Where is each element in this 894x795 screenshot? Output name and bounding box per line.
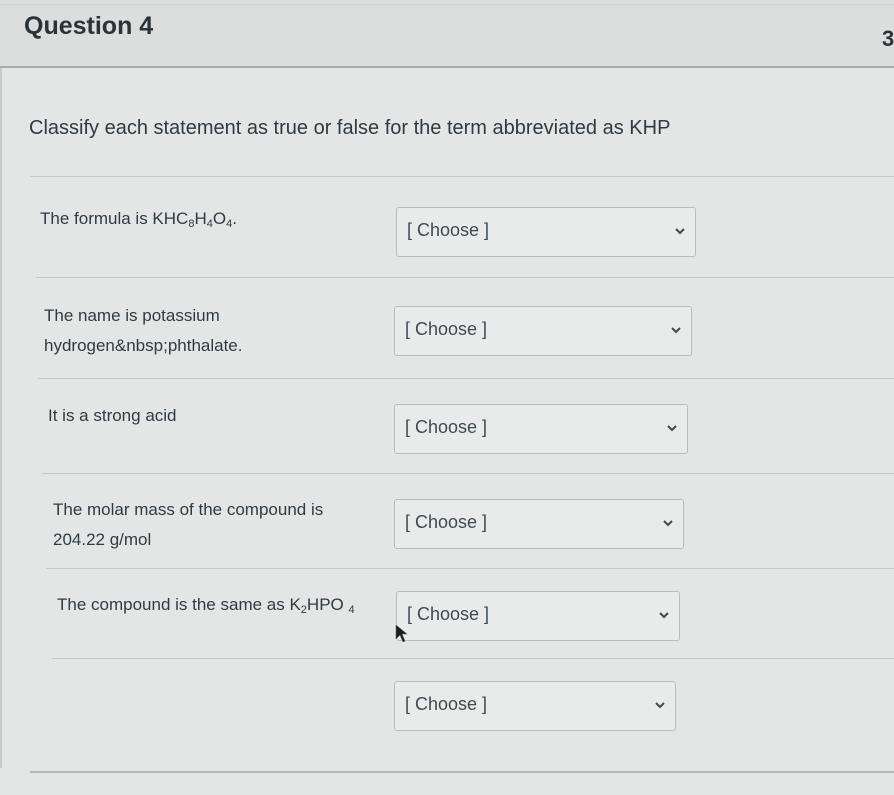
divider [42, 473, 894, 474]
select-value: [ Choose ] [405, 319, 488, 339]
chevron-down-icon [663, 520, 673, 527]
divider [38, 378, 894, 379]
answer-select-5[interactable]: [ Choose ] [396, 591, 680, 641]
statement-text: hydrogen&nbsp;phthalate. [44, 336, 243, 355]
chevron-down-icon [675, 228, 685, 235]
chevron-down-icon [671, 327, 681, 334]
mouse-cursor-icon [395, 624, 408, 643]
question-points: 3 [882, 26, 894, 51]
answer-select-6[interactable]: [ Choose ] [394, 681, 676, 731]
statement-text: The compound is the same as K [57, 595, 301, 614]
question-title: Question 4 [24, 12, 154, 40]
chevron-down-icon [667, 425, 677, 432]
divider [52, 658, 894, 659]
answer-select-3[interactable]: [ Choose ] [394, 404, 688, 454]
statement-same-compound: The compound is the same as K2HPO 4 [57, 590, 355, 620]
question-prompt: Classify each statement as true or false… [29, 117, 671, 139]
question-header: Question 4 3 [0, 0, 894, 68]
statement-text: H [194, 209, 207, 228]
select-value: [ Choose ] [407, 604, 490, 624]
divider [46, 568, 894, 569]
chevron-down-icon [655, 702, 665, 709]
question-left-border [0, 68, 2, 768]
answer-select-1[interactable]: [ Choose ] [396, 207, 696, 257]
statement-name: The name is potassium hydrogen&nbsp;phth… [44, 301, 243, 361]
select-value: [ Choose ] [405, 694, 488, 714]
select-value: [ Choose ] [407, 220, 490, 240]
question-bottom-border [30, 771, 894, 773]
statement-text: The molar mass of the compound is [53, 500, 324, 519]
statement-molar-mass: The molar mass of the compound is 204.22… [53, 495, 323, 555]
statement-text: The name is potassium [44, 306, 220, 325]
answer-select-4[interactable]: [ Choose ] [394, 499, 684, 549]
statement-formula: The formula is KHC8H4O4. [40, 204, 237, 234]
statement-text: 204.22 g/mol [53, 530, 152, 549]
answer-select-2[interactable]: [ Choose ] [394, 306, 692, 356]
statement-text: HPO [306, 595, 349, 614]
statement-text: O [212, 209, 227, 228]
statement-text: . [232, 209, 237, 228]
statement-strong-acid: It is a strong acid [48, 406, 177, 425]
header-top-border [0, 4, 894, 5]
subscript: 4 [348, 604, 355, 616]
divider [30, 176, 894, 177]
statement-text: The formula is KHC [40, 209, 189, 228]
select-value: [ Choose ] [405, 417, 488, 437]
divider [36, 277, 894, 278]
select-value: [ Choose ] [405, 512, 488, 532]
chevron-down-icon [659, 612, 669, 619]
